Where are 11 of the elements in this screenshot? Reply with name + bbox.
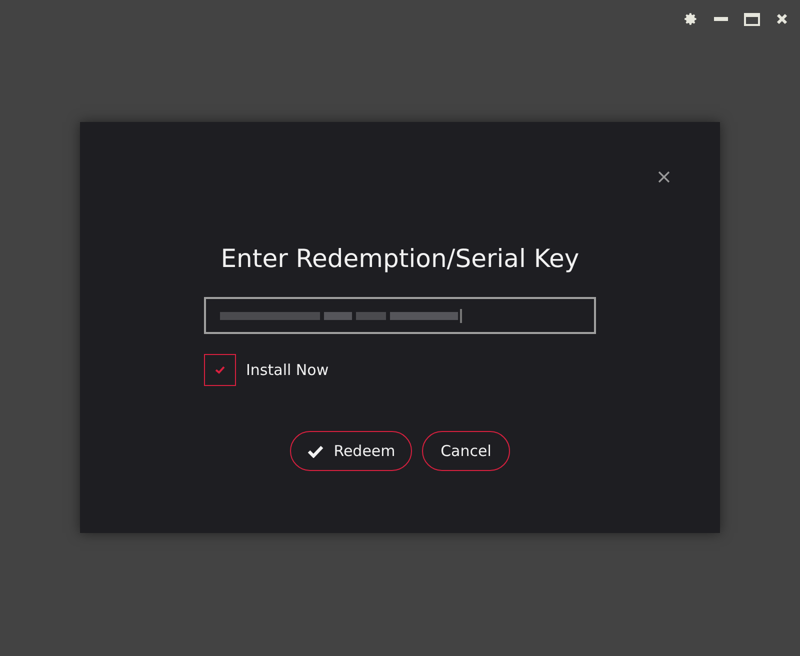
close-icon[interactable]: [658, 171, 670, 183]
install-now-checkbox[interactable]: [204, 354, 236, 386]
redeem-button[interactable]: Redeem: [290, 431, 412, 471]
key-input-field[interactable]: [204, 297, 596, 334]
settings-icon[interactable]: [684, 12, 698, 26]
check-icon: [306, 444, 324, 458]
maximize-icon[interactable]: [744, 12, 760, 26]
cancel-button[interactable]: Cancel: [422, 431, 510, 471]
dialog-title: Enter Redemption/Serial Key: [220, 243, 580, 275]
install-now-label: Install Now: [246, 360, 329, 381]
check-icon: [215, 366, 225, 374]
